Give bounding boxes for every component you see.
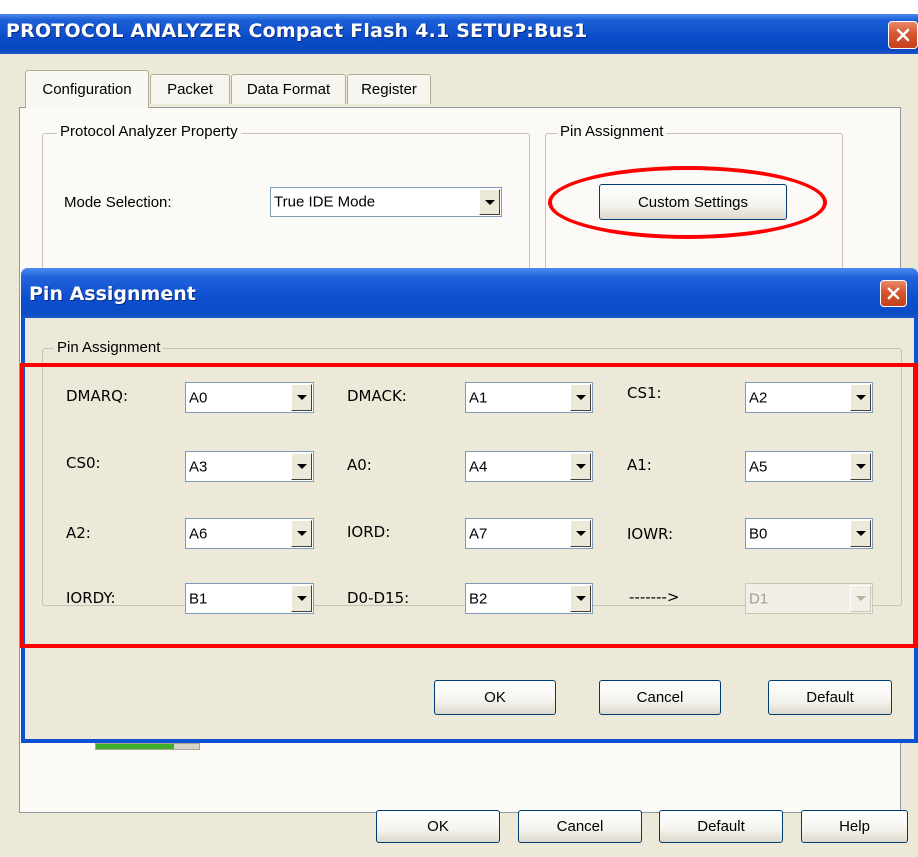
highlight-rectangle bbox=[20, 363, 917, 648]
close-icon bbox=[896, 28, 910, 42]
progress-fill bbox=[96, 744, 175, 749]
dialog-group-title: Pin Assignment bbox=[54, 339, 164, 356]
main-help-button[interactable]: Help bbox=[801, 810, 908, 843]
mode-selection-value: True IDE Mode bbox=[274, 193, 376, 211]
main-default-button[interactable]: Default bbox=[659, 810, 783, 843]
tab-configuration[interactable]: Configuration bbox=[25, 70, 149, 108]
progress-bar bbox=[95, 743, 200, 750]
tab-packet[interactable]: Packet bbox=[150, 74, 230, 104]
dialog-title: Pin Assignment bbox=[29, 283, 196, 305]
tab-register[interactable]: Register bbox=[347, 74, 431, 104]
dialog-cancel-button[interactable]: Cancel bbox=[599, 680, 721, 715]
close-icon bbox=[887, 287, 900, 300]
highlight-oval bbox=[548, 166, 827, 239]
dialog-close-button[interactable] bbox=[880, 280, 907, 307]
mode-selection-dropdown[interactable]: True IDE Mode bbox=[270, 187, 502, 217]
main-close-button[interactable] bbox=[888, 21, 918, 49]
main-ok-button[interactable]: OK bbox=[376, 810, 500, 843]
tab-data-format[interactable]: Data Format bbox=[231, 74, 346, 104]
main-window-title: PROTOCOL ANALYZER Compact Flash 4.1 SETU… bbox=[6, 20, 588, 42]
main-cancel-button[interactable]: Cancel bbox=[518, 810, 642, 843]
dialog-default-button[interactable]: Default bbox=[768, 680, 892, 715]
dialog-ok-button[interactable]: OK bbox=[434, 680, 556, 715]
pin-group-title: Pin Assignment bbox=[557, 123, 667, 140]
mode-selection-label: Mode Selection: bbox=[64, 194, 172, 211]
dialog-title-bar[interactable]: Pin Assignment bbox=[21, 268, 918, 318]
main-title-bar[interactable]: PROTOCOL ANALYZER Compact Flash 4.1 SETU… bbox=[0, 14, 918, 54]
chevron-down-icon[interactable] bbox=[479, 189, 500, 215]
protocol-group-title: Protocol Analyzer Property bbox=[57, 123, 241, 140]
